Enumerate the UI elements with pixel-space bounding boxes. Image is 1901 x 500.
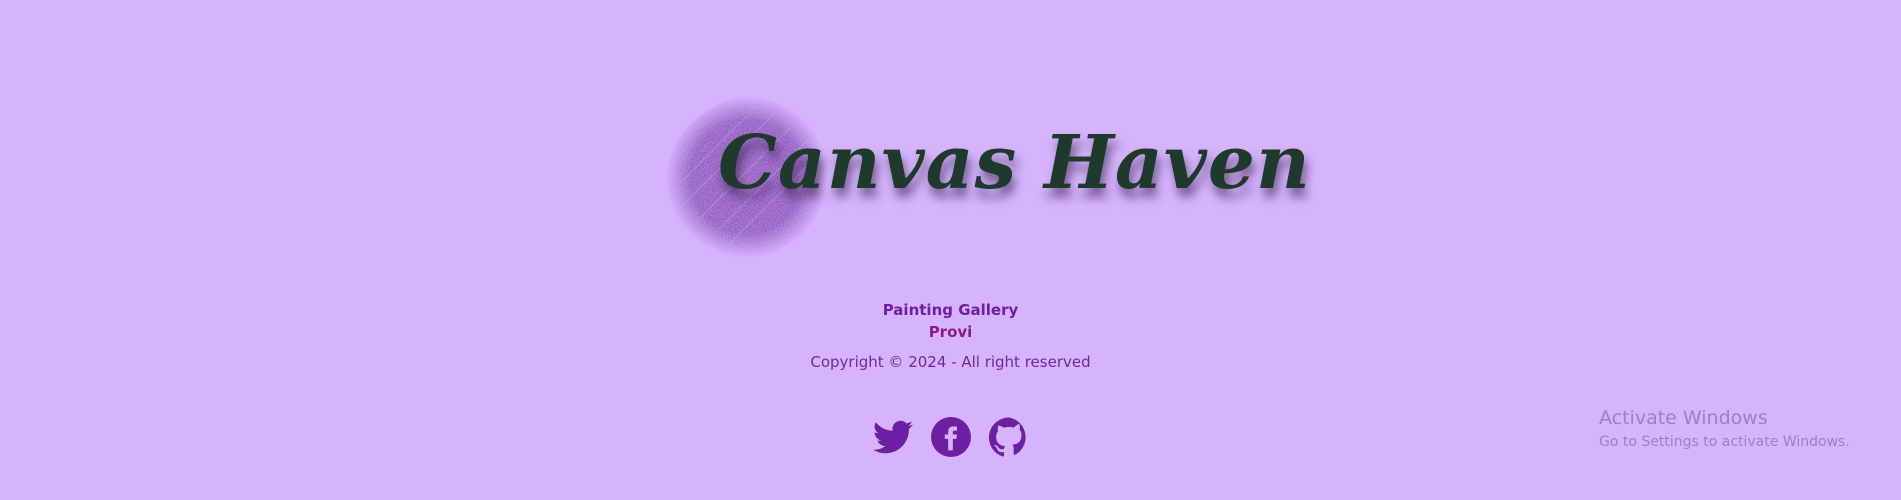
site-footer: Canvas Haven Painting Gallery Provi Copy… (0, 0, 1901, 500)
github-link[interactable] (989, 417, 1029, 457)
tagline-primary: Painting Gallery (882, 301, 1019, 319)
watermark-subtitle: Go to Settings to activate Windows. (1599, 434, 1850, 450)
site-logo: Canvas Haven (660, 88, 1310, 268)
twitter-icon (873, 420, 913, 454)
facebook-icon (931, 417, 971, 457)
watermark-title: Activate Windows (1599, 407, 1768, 429)
tagline-secondary: Provi (928, 323, 973, 341)
copyright-text: Copyright © 2024 - All right reserved (810, 353, 1091, 371)
windows-activation-watermark: Activate Windows Go to Settings to activ… (1599, 406, 1850, 452)
social-links (873, 417, 1029, 457)
brand-name: Canvas Haven (718, 120, 1311, 206)
facebook-link[interactable] (931, 417, 971, 457)
github-icon (989, 417, 1026, 457)
twitter-link[interactable] (873, 417, 913, 457)
